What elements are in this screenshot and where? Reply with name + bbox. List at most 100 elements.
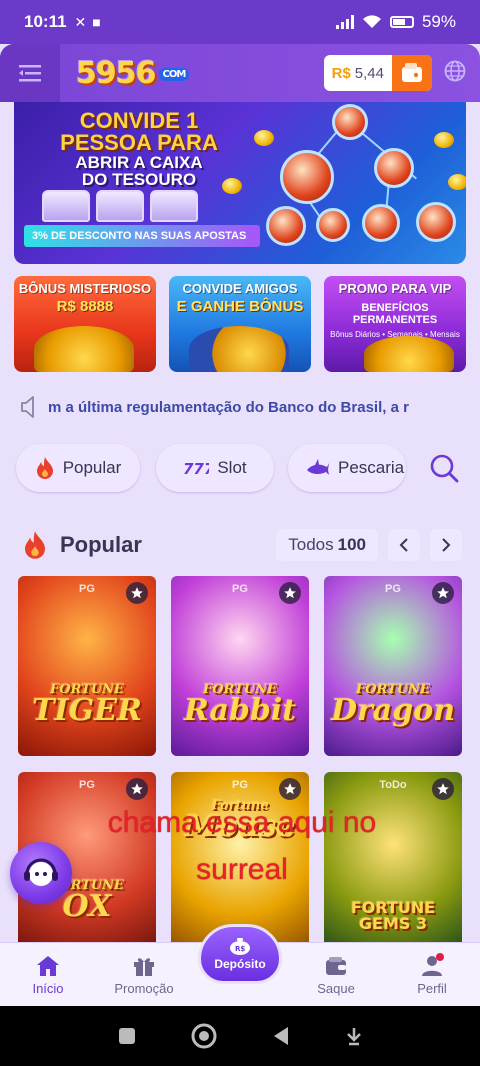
game-card-fortune-gems-3[interactable]: ToDo FORTUNE GEMS 3	[324, 772, 462, 952]
mute-notification-icon: ✕	[74, 13, 87, 30]
download-arrow-icon[interactable]	[345, 1026, 363, 1046]
promo-card-vip[interactable]: PROMO PARA VIP BENEFÍCIOS PERMANENTES Bô…	[324, 276, 466, 372]
notification-dot	[436, 953, 444, 961]
popular-section-header: Popular Todos 100	[22, 528, 462, 562]
nav-label: Promoção	[114, 981, 174, 996]
globe-icon	[444, 60, 466, 81]
bonus-wheel-image	[189, 326, 289, 372]
headset-support-icon	[24, 858, 58, 886]
banner-discount: 3% DE DESCONTO NAS SUAS APOSTAS	[24, 225, 260, 247]
balance-widget[interactable]: R$ 5,44	[323, 55, 432, 91]
favorite-button[interactable]	[432, 778, 454, 800]
chevron-left-icon	[399, 538, 408, 552]
favorite-button[interactable]	[126, 778, 148, 800]
speaker-icon	[21, 396, 34, 418]
wallet-icon	[326, 957, 346, 975]
game-title-main: FORTUNE GEMS 3	[350, 898, 436, 933]
gold-coin-image	[448, 174, 466, 190]
game-title-main: Rabbit	[183, 693, 297, 728]
app-header: 5956 COM R$ 5,44	[0, 44, 480, 102]
banner-headline: CONVIDE 1 PESSOA PARA ABRIR A CAIXA DO T…	[34, 108, 244, 189]
character-node-image	[374, 148, 414, 188]
nav-perfil[interactable]: Perfil	[384, 943, 480, 1006]
favorite-button[interactable]	[279, 582, 301, 604]
recent-apps-icon[interactable]	[118, 1027, 136, 1045]
gold-coin-image	[222, 178, 242, 194]
favorite-button[interactable]	[279, 778, 301, 800]
nav-saque[interactable]: Saque	[288, 943, 384, 1006]
view-all-count: 100	[337, 535, 366, 554]
logo-suffix: COM	[158, 67, 190, 81]
system-navigation-bar	[0, 1006, 480, 1066]
announcement-marquee[interactable]: m a última regulamentação do Banco do Br…	[14, 390, 466, 424]
logo-text: 5956	[76, 55, 156, 91]
battery-percent: 59%	[421, 12, 456, 31]
nav-label: Saque	[317, 981, 355, 996]
deposit-button[interactable]: R$ Depósito	[192, 924, 288, 992]
promo-title: CONVIDE AMIGOS	[182, 281, 298, 296]
game-title: FORTUNE Dragon	[324, 683, 462, 726]
language-button[interactable]	[444, 60, 466, 87]
game-grid: PG FORTUNE TIGER PG FORTUNE Rabbit PG FORT…	[18, 576, 462, 952]
promo-card-invite-friends[interactable]: CONVIDE AMIGOS E GANHE BÔNUS	[169, 276, 311, 372]
coins-image	[364, 336, 454, 372]
svg-text:R$: R$	[235, 945, 245, 953]
svg-text:777: 777	[183, 460, 209, 477]
category-tabs: Popular 777 Slot Pescaria	[16, 444, 464, 492]
signal-icon	[335, 15, 354, 29]
game-title: FORTUNE GEMS 3	[324, 900, 462, 932]
character-node-image	[416, 202, 456, 242]
banner-line1: CONVIDE 1	[79, 108, 199, 133]
favorite-button[interactable]	[432, 582, 454, 604]
menu-button[interactable]	[0, 44, 60, 102]
nav-inicio[interactable]: Início	[0, 943, 96, 1006]
tab-slot[interactable]: 777 Slot	[156, 444, 274, 492]
treasure-image	[34, 326, 134, 372]
balance-amount: R$ 5,44	[324, 65, 392, 82]
search-button[interactable]	[424, 448, 464, 488]
game-card-fortune-tiger[interactable]: PG FORTUNE TIGER	[18, 576, 156, 756]
banner-line4: DO TESOURO	[81, 170, 197, 189]
home-icon	[37, 956, 59, 976]
game-card-fortune-rabbit[interactable]: PG FORTUNE Rabbit	[171, 576, 309, 756]
support-chat-button[interactable]	[10, 842, 72, 904]
status-bar: 10:11 ✕ ■ 59%	[0, 0, 480, 44]
promo-title: PROMO PARA VIP	[338, 281, 452, 296]
view-all-label: Todos	[288, 535, 334, 554]
star-icon	[437, 783, 449, 795]
battery-icon	[389, 16, 414, 28]
deposit-circle: R$ Depósito	[198, 924, 282, 984]
gift-icon	[134, 958, 154, 976]
shark-icon	[307, 459, 329, 475]
game-card-fortune-dragon[interactable]: PG FORTUNE Dragon	[324, 576, 462, 756]
game-title-main: Mouse	[184, 809, 296, 844]
banner-line2: PESSOA PARA	[60, 130, 218, 155]
star-icon	[284, 587, 296, 599]
game-title: FORTUNE Rabbit	[171, 683, 309, 726]
wallet-button[interactable]	[392, 55, 432, 91]
game-title-main: Dragon	[330, 693, 456, 728]
banner-line3: ABRIR A CAIXA	[75, 153, 203, 172]
site-logo[interactable]: 5956 COM	[76, 55, 190, 91]
tab-pescaria[interactable]: Pescaria	[288, 444, 406, 492]
home-circle-icon[interactable]	[191, 1023, 217, 1049]
nav-label: Início	[32, 981, 64, 996]
tab-label: Slot	[217, 458, 247, 477]
promo-subtitle: E GANHE BÔNUS	[176, 298, 304, 315]
promo-card-mystery-bonus[interactable]: BÔNUS MISTERIOSO R$ 8888	[14, 276, 156, 372]
nav-promocao[interactable]: Promoção	[96, 943, 192, 1006]
character-node-image	[362, 204, 400, 242]
character-node-image	[266, 206, 306, 246]
flame-icon	[36, 457, 53, 479]
promo-banner[interactable]: CONVIDE 1 PESSOA PARA ABRIR A CAIXA DO T…	[14, 102, 466, 264]
view-all-button[interactable]: Todos 100	[276, 529, 378, 561]
back-icon[interactable]	[272, 1026, 290, 1046]
tab-popular[interactable]: Popular	[16, 444, 140, 492]
treasure-chests-image	[42, 190, 198, 222]
promo-subtitle: BENEFÍCIOS PERMANENTES	[352, 302, 438, 327]
next-button[interactable]	[430, 529, 462, 561]
status-left-icons: ✕ ■	[75, 14, 101, 31]
favorite-button[interactable]	[126, 582, 148, 604]
nav-label: Perfil	[417, 981, 447, 996]
prev-button[interactable]	[388, 529, 420, 561]
